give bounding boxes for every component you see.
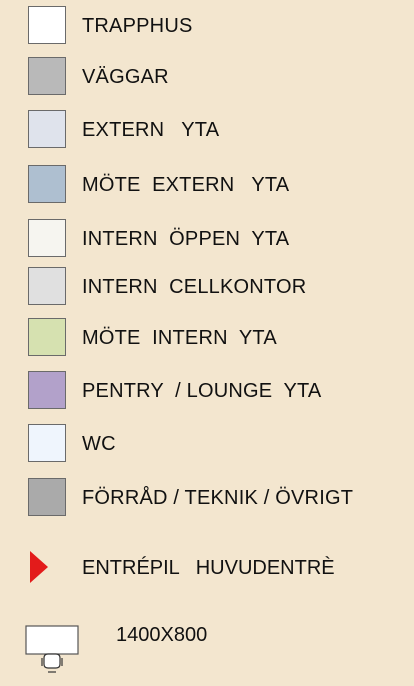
swatch-extern-yta [28, 110, 66, 148]
legend-item-pentry-lounge-yta: PENTRY / LOUNGE YTA [0, 371, 414, 411]
legend-item-trapphus: TRAPPHUS [0, 6, 414, 46]
legend-item-mote-intern-yta: MÖTE INTERN YTA [0, 318, 414, 358]
legend-label: VÄGGAR [82, 66, 169, 88]
entrance-arrow-icon [30, 551, 48, 583]
legend-item-extern-yta: EXTERN YTA [0, 110, 414, 150]
legend-item-mote-extern-yta: MÖTE EXTERN YTA [0, 165, 414, 205]
legend-item-intern-cellkontor: INTERN CELLKONTOR [0, 267, 414, 307]
swatch-pentry-lounge-yta [28, 371, 66, 409]
swatch-mote-intern-yta [28, 318, 66, 356]
swatch-intern-cellkontor [28, 267, 66, 305]
legend-label: WC [82, 433, 116, 455]
legend-label: TRAPPHUS [82, 15, 193, 37]
legend-item-vaggar: VÄGGAR [0, 57, 414, 97]
legend-label: EXTERN YTA [82, 119, 220, 141]
swatch-vaggar [28, 57, 66, 95]
swatch-wc [28, 424, 66, 462]
swatch-trapphus [28, 6, 66, 44]
swatch-mote-extern-yta [28, 165, 66, 203]
legend-label: FÖRRÅD / TEKNIK / ÖVRIGT [82, 487, 354, 509]
swatch-intern-oppen-yta [28, 219, 66, 257]
legend-label: INTERN ÖPPEN YTA [82, 228, 290, 250]
desk-with-chair-icon [25, 625, 79, 673]
legend-label: PENTRY / LOUNGE YTA [82, 380, 322, 402]
legend-label: MÖTE INTERN YTA [82, 327, 277, 349]
swatch-forrad-teknik-ovrigt [28, 478, 66, 516]
legend-item-forrad-teknik-ovrigt: FÖRRÅD / TEKNIK / ÖVRIGT [0, 478, 414, 518]
legend-item-intern-oppen-yta: INTERN ÖPPEN YTA [0, 219, 414, 259]
entrance-label: ENTRÉPIL HUVUDENTRÈ [82, 557, 335, 579]
legend-label: MÖTE EXTERN YTA [82, 174, 290, 196]
desk-label: 1400X800 [116, 624, 208, 646]
legend-label: INTERN CELLKONTOR [82, 276, 307, 298]
legend-item-wc: WC [0, 424, 414, 464]
